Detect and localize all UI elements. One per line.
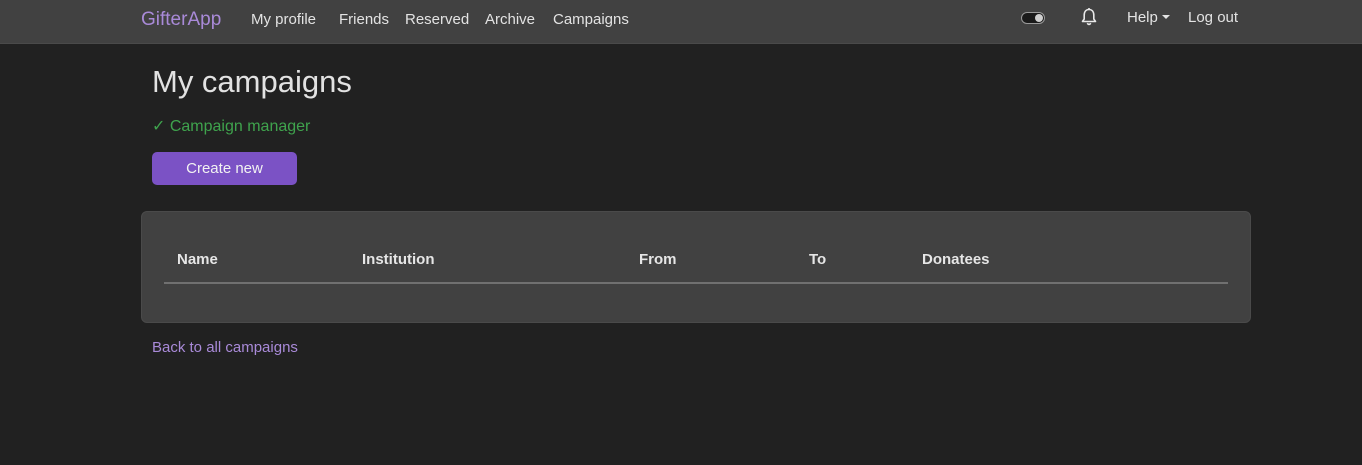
create-new-button[interactable]: Create new [152, 152, 297, 185]
nav-friends[interactable]: Friends [339, 11, 389, 28]
chevron-down-icon [1161, 15, 1170, 19]
nav-reserved[interactable]: Reserved [405, 11, 469, 28]
nav-archive[interactable]: Archive [485, 11, 535, 28]
column-header-donatees: Donatees [922, 251, 990, 268]
bell-icon[interactable] [1080, 7, 1098, 27]
campaigns-table-card: Name Institution From To Donatees [141, 211, 1251, 323]
column-header-institution: Institution [362, 251, 435, 268]
role-badge: ✓ Campaign manager [152, 118, 311, 135]
table-header-divider [164, 282, 1228, 284]
theme-toggle-icon[interactable] [1021, 12, 1045, 24]
column-header-from: From [639, 251, 677, 268]
column-header-name: Name [177, 251, 218, 268]
navbar: GifterApp My profile Friends Reserved Ar… [0, 0, 1362, 44]
nav-my-profile[interactable]: My profile [251, 11, 316, 28]
help-dropdown[interactable]: Help [1127, 9, 1170, 26]
column-header-to: To [809, 251, 827, 268]
brand-link[interactable]: GifterApp [141, 9, 221, 31]
logout-link[interactable]: Log out [1188, 9, 1238, 26]
help-label: Help [1127, 9, 1158, 26]
page-title: My campaigns [152, 64, 352, 99]
nav-campaigns[interactable]: Campaigns [553, 11, 629, 28]
toggle-knob [1035, 14, 1043, 22]
back-to-campaigns-link[interactable]: Back to all campaigns [152, 339, 298, 356]
